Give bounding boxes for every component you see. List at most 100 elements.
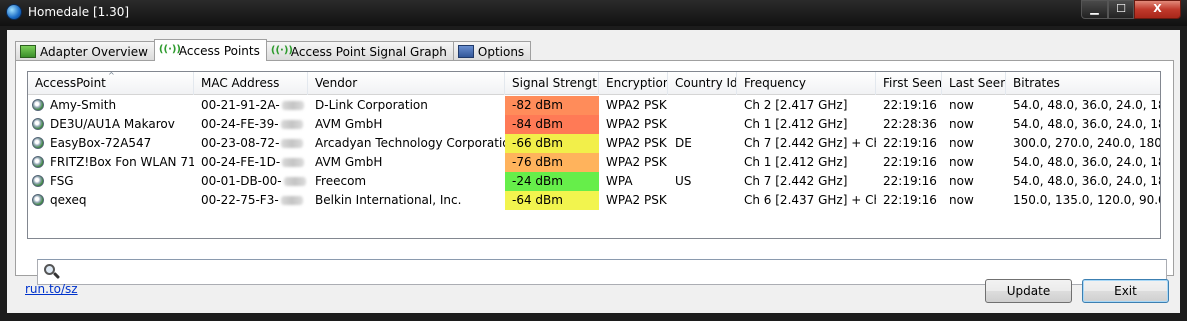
cell-mac: 00-23-08-72- [194, 134, 308, 153]
cell-last-seen: now [949, 193, 974, 207]
redacted-blur [282, 158, 305, 167]
cell-frequency: Ch 7 [2.442 GHz] [744, 174, 848, 188]
cell-country: US [675, 174, 692, 188]
window-title: Homedale [1.30] [28, 5, 130, 19]
cell-mac: 00-22-75-F3- [194, 191, 308, 210]
ap-name: Amy-Smith [50, 98, 117, 112]
cell-mac: 00-01-DB-00- [194, 172, 308, 191]
cell-signal-strength: -84 dBm [505, 115, 599, 134]
cell-accesspoint: DE3U/AU1A Makarov [28, 115, 194, 134]
column-header-accesspoint[interactable]: AccessPoint ^ [28, 72, 194, 95]
cell-signal-strength: -76 dBm [505, 153, 599, 172]
column-header-country-id[interactable]: Country Id [668, 72, 737, 95]
cell-mac: 00-24-FE-39- [194, 115, 308, 134]
tab-panel: AccessPoint ^ MAC Address Vendor Signal … [15, 60, 1174, 285]
cell-country [668, 115, 737, 134]
cell-vendor: D-Link Corporation [315, 98, 428, 112]
cell-bitrates: 300.0, 270.0, 240.0, 180.... [1013, 136, 1161, 150]
cell-encryption: WPA2 PSK [606, 155, 667, 169]
app-window: Homedale [1.30] ▁ ☐ X Adapter Overview (… [0, 0, 1187, 321]
cell-encryption: WPA2 PSK [606, 193, 667, 207]
redacted-blur [280, 120, 303, 129]
options-icon [457, 45, 474, 58]
column-label: AccessPoint [35, 76, 106, 90]
table-header: AccessPoint ^ MAC Address Vendor Signal … [28, 72, 1160, 95]
mac-text: 00-24-FE-39- [201, 117, 279, 131]
cell-bitrates: 150.0, 135.0, 120.0, 90.0,... [1013, 193, 1160, 207]
cell-frequency: Ch 1 [2.412 GHz] [744, 117, 848, 131]
cell-last-seen: now [949, 174, 974, 188]
column-header-mac-address[interactable]: MAC Address [194, 72, 308, 95]
table-row[interactable]: Amy-Smith 00-21-91-2A- D-Link Corporatio… [28, 96, 1160, 115]
adapter-icon [20, 45, 36, 58]
tab-adapter-overview[interactable]: Adapter Overview [15, 41, 155, 61]
website-link[interactable]: run.to/sz [25, 282, 78, 296]
minimize-button[interactable]: ▁ [1081, 0, 1108, 19]
tab-access-point-signal-graph[interactable]: ((·)) Access Point Signal Graph [265, 41, 454, 61]
table-row[interactable]: FSG 00-01-DB-00- Freecom -24 dBm WPA US … [28, 172, 1160, 191]
mac-text: 00-23-08-72- [201, 136, 280, 150]
tab-label: Access Points [178, 43, 260, 58]
column-header-encryption[interactable]: Encryption [599, 72, 668, 95]
cell-frequency: Ch 6 [2.437 GHz] + Ch 2 [744, 193, 876, 207]
cell-vendor: Freecom [315, 174, 367, 188]
redacted-blur [281, 139, 304, 148]
cell-vendor: Belkin International, Inc. [315, 193, 462, 207]
column-header-signal-strength[interactable]: Signal Strength [505, 72, 599, 95]
cell-first-seen: 22:19:16 [883, 155, 937, 169]
mac-text: 00-24-FE-1D- [201, 155, 281, 169]
cell-signal-strength: -82 dBm [505, 96, 599, 115]
cell-first-seen: 22:19:16 [883, 193, 937, 207]
cell-mac: 00-21-91-2A- [194, 96, 308, 115]
table-row[interactable]: FRITZ!Box Fon WLAN 7113 00-24-FE-1D- AVM… [28, 153, 1160, 172]
cell-accesspoint: qexeq [28, 191, 194, 210]
update-button[interactable]: Update [985, 279, 1072, 303]
sort-ascending-icon: ^ [108, 72, 115, 80]
title-bar[interactable]: Homedale [1.30] ▁ ☐ X [0, 0, 1187, 26]
cell-encryption: WPA [606, 174, 633, 188]
access-point-icon [32, 156, 44, 168]
access-point-icon [32, 99, 44, 111]
maximize-button[interactable]: ☐ [1108, 0, 1134, 19]
cell-vendor: AVM GmbH [315, 155, 383, 169]
cell-accesspoint: Amy-Smith [28, 96, 194, 115]
cell-signal-strength: -64 dBm [505, 191, 599, 210]
cell-last-seen: now [949, 98, 974, 112]
mac-text: 00-21-91-2A- [201, 98, 280, 112]
exit-button[interactable]: Exit [1082, 279, 1169, 303]
column-header-vendor[interactable]: Vendor [308, 72, 505, 95]
cell-last-seen: now [949, 136, 974, 150]
tab-strip: Adapter Overview ((·)) Access Points ((·… [15, 39, 532, 61]
table-row[interactable]: qexeq 00-22-75-F3- Belkin International,… [28, 191, 1160, 210]
tab-access-points[interactable]: ((·)) Access Points [153, 39, 267, 61]
cell-last-seen: now [949, 155, 974, 169]
cell-country [668, 96, 737, 115]
ap-name: DE3U/AU1A Makarov [50, 117, 175, 131]
cell-bitrates: 54.0, 48.0, 36.0, 24.0, 18.... [1013, 174, 1160, 188]
cell-first-seen: 22:19:16 [883, 174, 937, 188]
column-header-first-seen[interactable]: First Seen [876, 72, 942, 95]
table-row[interactable]: EasyBox-72A547 00-23-08-72- Arcadyan Tec… [28, 134, 1161, 153]
search-icon [44, 264, 61, 280]
close-button[interactable]: X [1134, 0, 1181, 19]
cell-bitrates: 54.0, 48.0, 36.0, 24.0, 18.... [1013, 117, 1160, 131]
redacted-blur [280, 196, 303, 205]
cell-bitrates: 54.0, 48.0, 36.0, 24.0, 18.... [1013, 98, 1160, 112]
column-header-bitrates[interactable]: Bitrates [1006, 72, 1160, 95]
cell-first-seen: 22:19:16 [883, 136, 937, 150]
table-row[interactable]: DE3U/AU1A Makarov 00-24-FE-39- AVM GmbH … [28, 115, 1160, 134]
access-point-icon [32, 194, 44, 206]
tab-options[interactable]: Options [452, 41, 532, 61]
tab-label: Adapter Overview [40, 44, 148, 59]
window-controls: ▁ ☐ X [1081, 0, 1181, 20]
mac-text: 00-22-75-F3- [201, 193, 279, 207]
cell-frequency: Ch 2 [2.417 GHz] [744, 98, 848, 112]
column-header-last-seen[interactable]: Last Seen [942, 72, 1006, 95]
ap-name: FSG [50, 174, 74, 188]
cell-mac: 00-24-FE-1D- [194, 153, 308, 172]
cell-encryption: WPA2 PSK [606, 117, 667, 131]
ap-name: FRITZ!Box Fon WLAN 7113 [50, 155, 194, 169]
column-header-frequency[interactable]: Frequency [737, 72, 876, 95]
tab-label: Options [477, 44, 525, 59]
cell-signal-strength: -24 dBm [505, 172, 599, 191]
